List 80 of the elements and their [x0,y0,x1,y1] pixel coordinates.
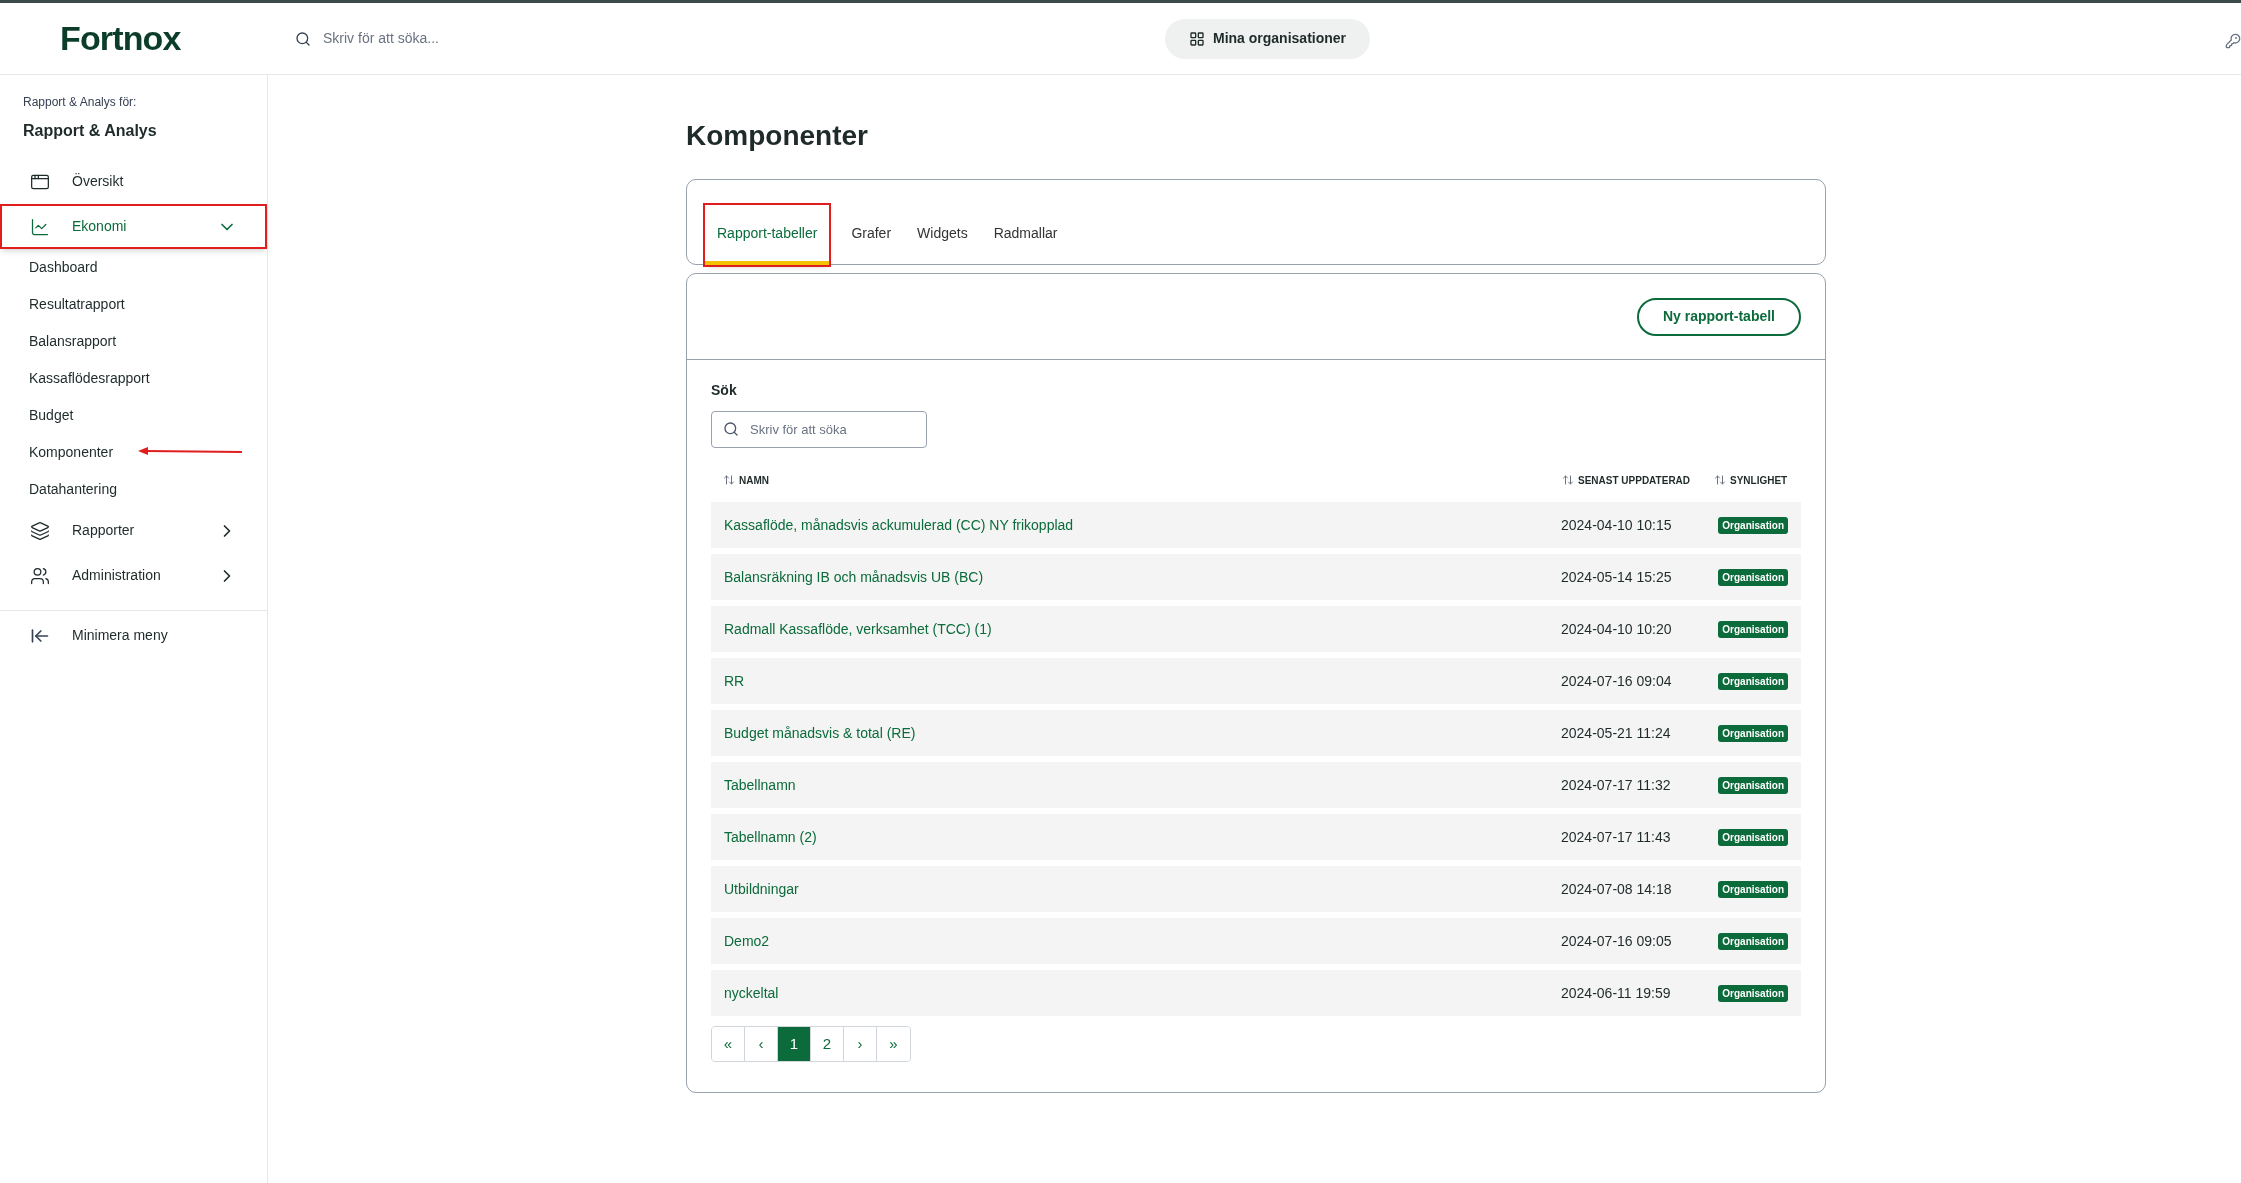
table-search-field[interactable]: Skriv för att söka [711,411,927,448]
submenu-item[interactable]: Budget [29,405,74,426]
visibility-badge: Organisation [1718,620,1788,638]
table-cell-text: 2024-04-10 10:20 [1561,619,1673,639]
column-header[interactable]: NAMN [739,472,769,488]
tab[interactable]: Grafer [847,205,896,265]
table-cell[interactable]: Radmall Kassaflöde, verksamhet (TCC) (1) [724,618,1561,640]
collapse-menu-button[interactable]: Minimera meny [72,625,168,646]
table-cell-text: 2024-07-17 11:32 [1561,775,1672,795]
sidebar-item[interactable]: Översikt [0,159,267,204]
table-cell-text: 2024-07-16 09:05 [1561,931,1673,951]
organizations-button[interactable]: Mina organisationer [1165,18,1371,59]
users-icon [30,565,50,586]
table-row[interactable]: RR 2024-07-16 09:04 Organisation [711,658,1801,704]
table-cell-text: 2024-04-10 10:15 [1561,515,1673,535]
key-icon[interactable] [2225,33,2241,49]
visibility-badge: Organisation [1718,984,1788,1002]
table-row[interactable]: Tabellnamn 2024-07-17 11:32 Organisation [711,762,1801,808]
visibility-badge: Organisation [1718,516,1788,534]
page-button[interactable]: « [712,1027,745,1061]
search-label: Sök [711,381,738,400]
logo[interactable]: Fortnox [60,13,295,64]
visibility-badge: Organisation [1718,724,1788,742]
search-icon [723,421,739,437]
table-row[interactable]: Utbildningar 2024-07-08 14:18 Organisation [711,866,1801,912]
sidebar-item[interactable]: Ekonomi [0,204,267,249]
table-cell-text: 2024-06-11 19:59 [1561,983,1672,1003]
page-title: Komponenter [686,119,869,153]
submenu-item[interactable]: Resultatrapport [29,294,125,315]
visibility-badge: Organisation [1718,932,1788,950]
new-report-table-button[interactable]: Ny rapport-tabell [1637,297,1801,336]
sidebar-item[interactable]: Administration [0,553,267,598]
table-cell-text: 2024-07-17 11:43 [1561,827,1672,847]
sidebar-item[interactable]: Rapporter [0,508,267,553]
search-field[interactable]: Skriv för att söka... [323,28,695,49]
sort-icon [1562,474,1574,486]
table-cell[interactable]: Tabellnamn (2) [724,826,1561,848]
table-cell[interactable]: Tabellnamn [724,774,1561,796]
sidebar-subtitle: Rapport & Analys för: [22,94,138,111]
visibility-badge: Organisation [1718,776,1788,794]
layers-icon [30,520,50,541]
submenu-item[interactable]: Dashboard [29,257,98,278]
grid-icon [1189,30,1205,47]
submenu-item[interactable]: Balansrapport [29,331,117,352]
tab[interactable]: Widgets [913,205,972,265]
table-cell[interactable]: Utbildningar [724,878,1561,900]
table-row[interactable]: Tabellnamn (2) 2024-07-17 11:43 Organisation [711,814,1801,860]
submenu-item[interactable]: Komponenter [29,442,114,463]
table-row[interactable]: Balansräkning IB och månadsvis UB (BC) 2024-05-14 15:25 Organisation [711,554,1801,600]
table-row[interactable]: nyckeltal 2024-06-11 19:59 Organisation [711,970,1801,1016]
table-cell[interactable]: RR [724,670,1561,692]
visibility-badge: Organisation [1718,828,1788,846]
sort-icon [1714,474,1726,486]
tab[interactable]: Rapport-tabeller [705,205,830,265]
visibility-badge: Organisation [1718,672,1788,690]
table-cell[interactable]: Kassaflöde, månadsvis ackumulerad (CC) NY frikopplad [724,514,1561,536]
table-cell[interactable]: Budget månadsvis & total (RE) [724,722,1561,744]
visibility-badge: Organisation [1718,568,1788,586]
table-cell-text: 2024-07-16 09:04 [1561,671,1673,691]
page-button[interactable]: 1 [778,1027,811,1061]
submenu-item[interactable]: Kassaflödesrapport [29,368,150,389]
table-cell-text: 2024-07-08 14:18 [1561,879,1673,899]
table-cell-text: 2024-05-21 11:24 [1561,723,1672,743]
table-cell[interactable]: Balansräkning IB och månadsvis UB (BC) [724,566,1561,588]
table-cell[interactable]: Demo2 [724,930,1561,952]
sidebar-title: Rapport & Analys [22,121,158,141]
sort-icon [723,474,735,486]
search-icon [295,30,311,47]
column-header[interactable]: SENAST UPPDATERAD [1578,472,1691,488]
table-cell[interactable]: nyckeltal [724,982,1561,1004]
visibility-badge: Organisation [1718,880,1788,898]
table-row[interactable]: Kassaflöde, månadsvis ackumulerad (CC) NY frikopplad 2024-04-10 10:15 Organisation [711,502,1801,548]
column-header[interactable]: SYNLIGHET [1730,472,1788,488]
table-row[interactable]: Radmall Kassaflöde, verksamhet (TCC) (1) 2024-04-10 10:20 Organisation [711,606,1801,652]
table-row[interactable]: Demo2 2024-07-16 09:05 Organisation [711,918,1801,964]
table-cell-text: 2024-05-14 15:25 [1561,567,1673,587]
line-chart-icon [30,216,50,237]
tab[interactable]: Radmallar [989,205,1062,265]
submenu-item[interactable]: Datahantering [29,479,117,500]
table-row[interactable]: Budget månadsvis & total (RE) 2024-05-21 11:24 Organisation [711,710,1801,756]
